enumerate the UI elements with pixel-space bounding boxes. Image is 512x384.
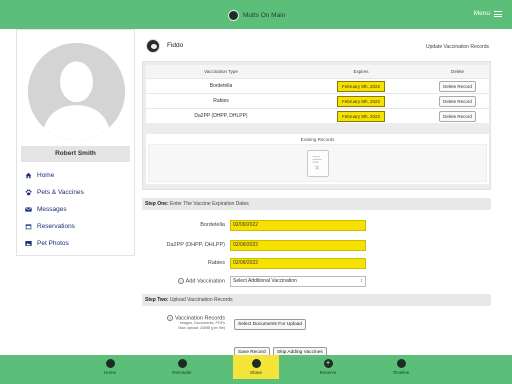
field-label: Add Vaccination [185,278,225,285]
pet-name: Fiddo [167,42,184,49]
delete-record-button[interactable]: Delete Record [439,95,476,107]
home-icon [105,359,115,368]
bottom-nav-label: Timeline [392,370,410,375]
table-header: Vaccination Type Expires Delete [146,65,489,78]
field-label: Da2PP (DHPP, DHLPP) [166,242,226,248]
da2pp-date-input[interactable]: 02/09/2022 [230,239,366,251]
bottom-nav-label: Reserve [319,370,337,375]
menu-button[interactable]: Menu [474,10,502,17]
bordetella-date-input[interactable]: 02/09/2022 [230,219,366,231]
bell-icon [177,359,187,368]
step-one-bar: Step One: Enter The Vaccine Expiration D… [142,198,491,210]
expiration-badge: February 9th, 2022 [336,80,386,92]
table-row: Da2PP (DHPP, DHLPP) February 9th, 2022 D… [146,108,489,123]
logo-icon [228,10,239,21]
bottom-nav-timeline[interactable]: Timeline [371,359,431,375]
pet-avatar [146,38,160,53]
sidebar-item-label: Home [37,172,55,179]
bottom-nav-reserve[interactable]: + Reserve [298,359,358,375]
sidebar-item-home[interactable]: Home [25,167,130,184]
pet-header: Fiddo Update Vaccination Records [142,33,491,58]
column-header-type: Vaccination Type [204,69,238,74]
bottom-nav-reminder[interactable]: Reminder [152,359,212,375]
info-icon: ? [166,315,173,321]
bottom-nav-share[interactable]: Share [233,355,279,379]
form-row-add-vaccination: ? Add Vaccination Select Additional Vacci… [142,275,491,287]
vaccine-type: Rabies [213,98,229,104]
select-documents-button[interactable]: Select Documents For Upload [234,319,306,330]
step-one-text: Enter The Vaccine Expiration Dates [168,201,249,207]
envelope-icon [25,207,32,212]
bottom-nav-label: Home [103,370,116,375]
sidebar-item-messages[interactable]: Messages [25,201,130,218]
upload-subtext-2: Max upload: 20MB (per file) [178,326,225,331]
vaccine-type: Da2PP (DHPP, DHLPP) [194,113,248,119]
skip-adding-vaccines-button[interactable]: Skip Adding Vaccines [273,347,327,355]
step-two-bold: Step Two: [145,297,169,303]
main-panel: Fiddo Update Vaccination Records Vaccina… [142,33,491,355]
expiration-badge: February 9th, 2022 [336,95,386,107]
sidebar-item-pet-photos[interactable]: Pet Photos [25,235,130,252]
form-row-da2pp: Da2PP (DHPP, DHLPP) 02/09/2022 [142,239,491,251]
add-vaccination-select[interactable]: Select Additional Vaccination ↕ [230,275,366,287]
bottom-nav: Home Reminder Share + Reserve Timeline [0,355,512,384]
field-label: Rabies [207,260,225,266]
hamburger-icon [494,10,502,17]
top-bar: Mutts On Main Menu [0,0,512,30]
menu-label: Menu [473,10,490,17]
document-icon[interactable] [307,150,329,177]
sidebar-item-label: Messages [37,206,67,213]
save-record-button[interactable]: Save Record [234,347,270,355]
bottom-nav-label: Reminder [172,370,192,375]
bottom-nav-home[interactable]: Home [80,359,140,375]
vaccine-records-card: Vaccination Type Expires Delete Bordetel… [142,61,491,190]
update-records-link[interactable]: Update Vaccination Records [426,44,489,50]
content-area: Robert Smith Home Pets & Vaccines Messag… [0,29,512,355]
home-icon [25,172,32,179]
rabies-date-input[interactable]: 02/09/2022 [230,257,366,269]
field-label: Bordetella [200,222,225,228]
step-one-bold: Step One: [145,201,169,207]
form-row-bordetella: Bordetella 02/09/2022 [142,219,491,231]
user-name: Robert Smith [21,146,130,162]
select-value: Select Additional Vaccination [233,277,297,284]
existing-records-box [148,144,487,182]
brand[interactable]: Mutts On Main [228,10,285,21]
paw-icon [25,189,32,196]
add-vaccination-label-wrap: ? Add Vaccination [142,277,230,285]
vaccine-type: Bordetella [209,83,233,89]
sidebar: Robert Smith Home Pets & Vaccines Messag… [16,29,135,256]
expiration-badge: February 9th, 2022 [336,110,386,122]
timeline-icon [396,359,406,368]
chevron-down-icon: ↕ [360,277,364,284]
plus-icon: + [323,359,333,368]
vaccine-table: Vaccination Type Expires Delete Bordetel… [146,65,489,123]
sidebar-item-label: Reservations [37,223,75,230]
sidebar-item-pets-vaccines[interactable]: Pets & Vaccines [25,184,130,201]
step-two-bar: Step Two: Upload Vaccination Records [142,294,491,306]
existing-records: Existing Records [146,134,489,184]
image-icon [25,241,32,246]
table-row: Bordetella February 9th, 2022 Delete Rec… [146,78,489,93]
step-two-text: Upload Vaccination Records [168,297,233,303]
delete-record-button[interactable]: Delete Record [439,110,476,122]
info-icon: ? [177,277,184,284]
calendar-icon [25,224,32,230]
bottom-nav-label: Share [249,370,262,375]
delete-record-button[interactable]: Delete Record [439,80,476,92]
column-header-delete: Delete [450,69,464,74]
form-row-rabies: Rabies 02/09/2022 [142,257,491,269]
existing-records-label: Existing Records [300,137,335,142]
person-silhouette-icon [28,43,125,140]
column-header-expires: Expires [353,69,369,74]
sidebar-item-label: Pet Photos [37,240,69,247]
upload-label: ? Vaccination Records Images, Documents, … [142,315,230,331]
app-title: Mutts On Main [243,12,286,19]
sidebar-nav: Home Pets & Vaccines Messages Reservatio… [25,167,130,252]
sidebar-item-reservations[interactable]: Reservations [25,218,130,235]
sidebar-item-label: Pets & Vaccines [37,189,84,196]
avatar [28,43,125,140]
table-row: Rabies February 9th, 2022 Delete Record [146,93,489,108]
share-icon [251,359,261,368]
